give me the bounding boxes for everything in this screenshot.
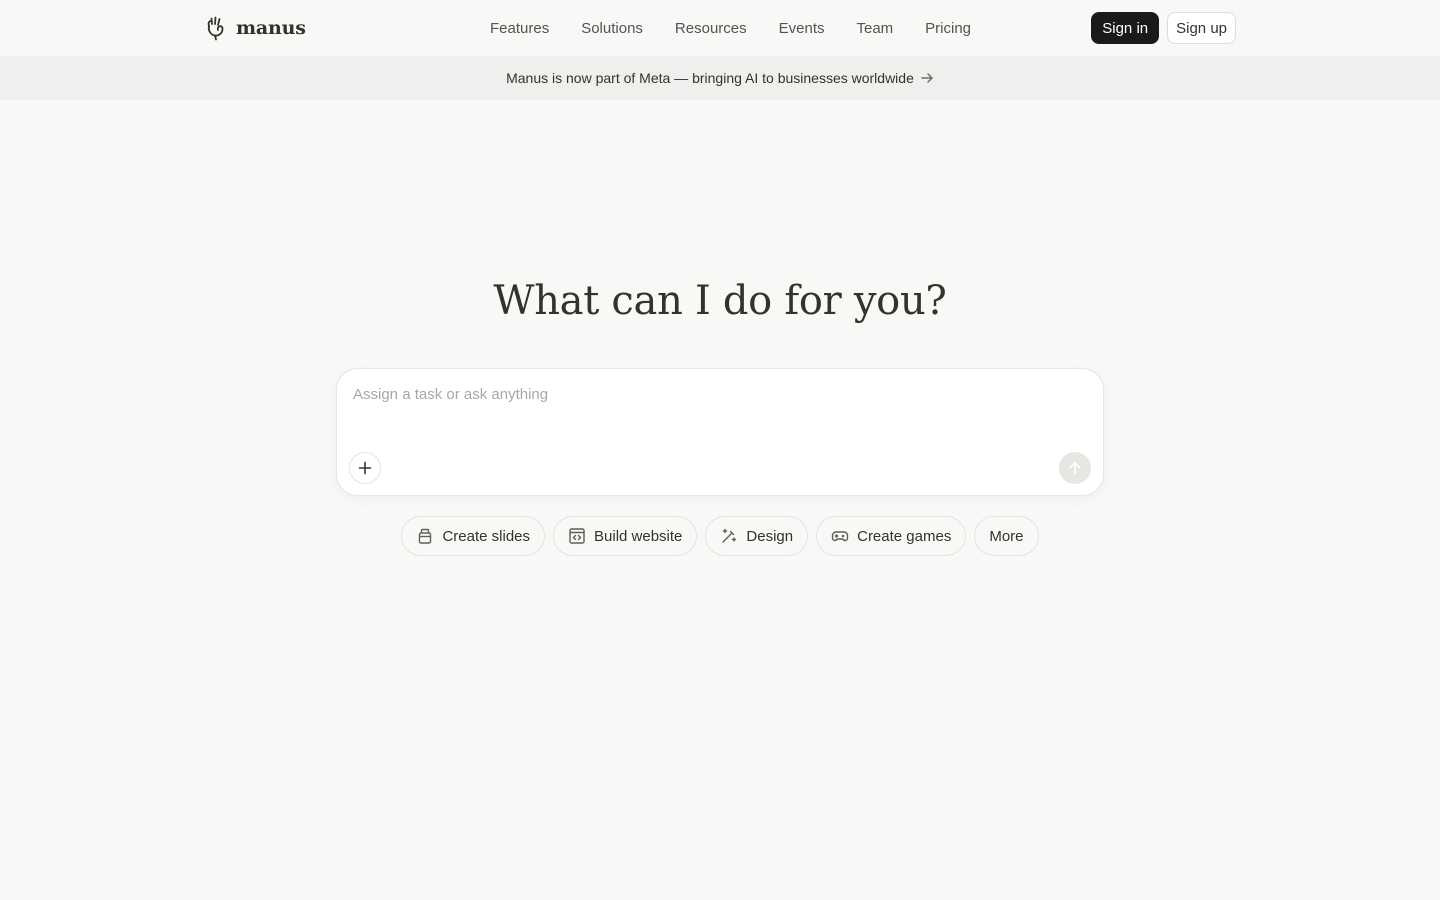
create-games-chip[interactable]: Create games [816, 516, 967, 556]
brand-name: manus [236, 17, 306, 39]
announcement-text: Manus is now part of Meta — bringing AI … [506, 70, 914, 86]
plus-icon [358, 461, 372, 475]
gamepad-icon [831, 531, 849, 542]
nav-link-features[interactable]: Features [490, 20, 549, 37]
chip-label: Design [746, 527, 794, 545]
manus-hand-logo-icon [207, 16, 224, 41]
sign-in-button[interactable]: Sign in [1091, 12, 1160, 44]
nav-link-resources[interactable]: Resources [675, 20, 747, 37]
brand-logo[interactable]: manus [204, 14, 306, 42]
nav-link-pricing[interactable]: Pricing [925, 20, 971, 37]
announcement-banner[interactable]: Manus is now part of Meta — bringing AI … [0, 56, 1440, 100]
more-chip[interactable]: More [974, 516, 1039, 556]
website-code-icon [569, 528, 585, 544]
design-wand-icon [722, 528, 737, 543]
chip-label: Create slides [442, 527, 531, 545]
build-website-chip[interactable]: Build website [553, 516, 698, 556]
chip-label: More [989, 527, 1024, 545]
send-button[interactable] [1059, 452, 1091, 484]
attach-button[interactable] [349, 452, 381, 484]
nav-link-solutions[interactable]: Solutions [581, 20, 643, 37]
chip-label: Create games [857, 527, 952, 545]
prompt-box [336, 368, 1104, 496]
arrow-right-icon [921, 73, 933, 83]
nav-link-events[interactable]: Events [779, 20, 825, 37]
sign-up-button[interactable]: Sign up [1167, 12, 1236, 44]
chip-label: Build website [594, 527, 683, 545]
task-input[interactable] [353, 381, 1083, 407]
hero-title: What can I do for you? [493, 278, 947, 324]
auth-buttons: Sign in Sign up [1091, 12, 1236, 44]
slides-icon [419, 528, 432, 544]
quick-actions: Create slides Build website Design Creat… [0, 516, 1440, 556]
design-chip[interactable]: Design [705, 516, 809, 556]
top-header: manus Features Solutions Resources Event… [0, 0, 1440, 56]
arrow-up-icon [1069, 462, 1081, 475]
create-slides-chip[interactable]: Create slides [401, 516, 546, 556]
nav-link-team[interactable]: Team [856, 20, 893, 37]
main-nav: Features Solutions Resources Events Team… [490, 0, 971, 56]
